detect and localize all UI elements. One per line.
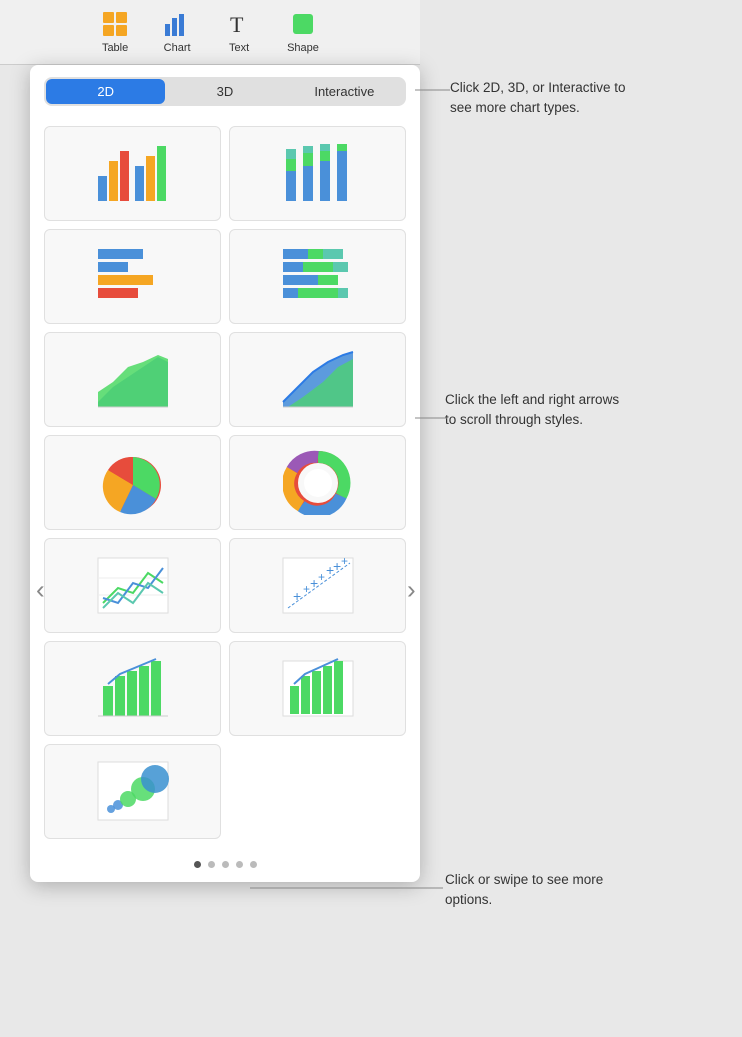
chart-type-pie[interactable] (44, 435, 221, 530)
toolbar-text-label: Text (229, 42, 249, 54)
chart-picker-panel: 2D 3D Interactive (30, 65, 420, 882)
callout-swipe-tip: Click or swipe to see more options. (445, 870, 630, 909)
svg-text:+: + (341, 554, 348, 568)
chart-type-grid: + + + + + + + (30, 118, 420, 851)
chart-type-vertical-bar-grouped[interactable] (44, 126, 221, 221)
chart-type-bubble[interactable] (44, 744, 221, 839)
toolbar-table-label: Table (102, 42, 128, 54)
chart-type-area-line[interactable] (229, 332, 406, 427)
toolbar-chart-label: Chart (164, 42, 191, 54)
chart-dimension-selector[interactable]: 2D 3D Interactive (44, 77, 406, 106)
chart-type-horizontal-bar[interactable] (44, 229, 221, 324)
scroll-left-arrow[interactable]: ‹ (36, 575, 45, 606)
svg-text:+: + (318, 570, 325, 584)
chart-type-area[interactable] (44, 332, 221, 427)
chart-type-bar-combo[interactable] (44, 641, 221, 736)
toolbar-shape[interactable]: Shape (275, 4, 331, 60)
toolbar-shape-label: Shape (287, 42, 319, 54)
chart-type-stacked-horizontal-bar[interactable] (229, 229, 406, 324)
svg-text:+: + (333, 558, 341, 574)
dot-1[interactable] (194, 861, 201, 868)
toolbar-chart[interactable]: Chart (151, 4, 203, 60)
chart-type-line[interactable] (44, 538, 221, 633)
chart-type-donut[interactable] (229, 435, 406, 530)
dot-3[interactable] (222, 861, 229, 868)
toolbar-text[interactable]: T Text (213, 4, 265, 60)
chart-type-scatter[interactable]: + + + + + + + (229, 538, 406, 633)
callout-dimension-tip: Click 2D, 3D, or Interactive to see more… (450, 78, 635, 117)
chart-type-bar-line-framed[interactable] (229, 641, 406, 736)
dot-4[interactable] (236, 861, 243, 868)
seg-interactive[interactable]: Interactive (285, 79, 404, 104)
chart-type-stacked-bar[interactable] (229, 126, 406, 221)
dot-2[interactable] (208, 861, 215, 868)
svg-text:+: + (303, 582, 310, 596)
toolbar: Table Chart T Text Shape (0, 0, 420, 65)
svg-text:T: T (230, 12, 244, 37)
toolbar-table[interactable]: Table (89, 4, 141, 60)
seg-2d[interactable]: 2D (46, 79, 165, 104)
seg-3d[interactable]: 3D (165, 79, 284, 104)
dot-5[interactable] (250, 861, 257, 868)
callout-arrows-tip: Click the left and right arrows to scrol… (445, 390, 630, 429)
pagination-dots (30, 851, 420, 882)
scroll-right-arrow[interactable]: › (407, 575, 416, 606)
